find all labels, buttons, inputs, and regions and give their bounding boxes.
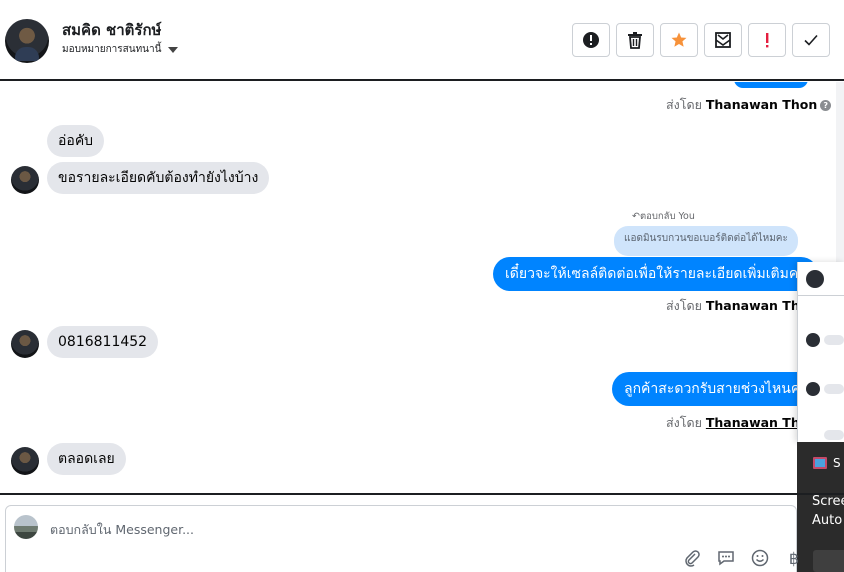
preview-avatar	[806, 333, 820, 347]
mark-unread-icon	[715, 32, 731, 48]
check-icon	[804, 34, 818, 46]
caret-down-icon	[168, 46, 179, 53]
preview-text	[824, 384, 844, 394]
reply-arrow-icon: ↶	[632, 211, 640, 222]
reply-composer[interactable]: ตอบกลับใน Messenger... ฿	[5, 505, 799, 572]
incoming-message-bubble[interactable]: ขอรายละเอียดคับต้องทำยังไงบ้าง	[47, 162, 270, 194]
sent-by-label: ส่งโดย Thanawan Thon?	[666, 95, 832, 115]
toast-action-button[interactable]	[813, 550, 844, 572]
messenger-conversation-view: สมคิด ชาติรักษ์ มอบหมายการสนทนานี้ ส่งโด…	[0, 0, 844, 572]
preview-row	[824, 430, 844, 440]
preview-avatar	[806, 270, 824, 288]
preview-text	[824, 335, 844, 345]
incoming-message-bubble[interactable]: อ่อคับ	[47, 125, 105, 157]
contact-avatar-small	[11, 166, 39, 194]
sent-by-prefix: ส่งโดย	[666, 415, 702, 430]
trash-icon	[628, 32, 642, 49]
outgoing-message-bubble[interactable]: เดี๋ยวจะให้เซลล์ติดต่อเพื่อให้รายละเอียด…	[493, 257, 818, 291]
baht-icon: ฿	[788, 548, 800, 568]
reply-input[interactable]: ตอบกลับใน Messenger...	[50, 520, 194, 540]
preview-header	[798, 262, 844, 296]
snipping-tool-icon	[813, 457, 827, 469]
delete-button[interactable]	[616, 23, 654, 57]
attach-button[interactable]	[682, 548, 702, 568]
sent-by-label: ส่งโดย Thanawan Thon	[666, 413, 817, 433]
outgoing-message-bubble-partial[interactable]	[734, 82, 808, 88]
saved-replies-button[interactable]	[716, 548, 736, 568]
help-icon[interactable]: ?	[820, 100, 832, 111]
contact-avatar-small	[11, 330, 39, 358]
star-icon	[671, 32, 687, 47]
preview-row	[806, 333, 844, 347]
chat-bubble-icon	[718, 551, 734, 566]
emoji-button[interactable]	[750, 548, 770, 568]
sent-by-prefix: ส่งโดย	[666, 298, 702, 313]
spam-button[interactable]	[572, 23, 610, 57]
screenshot-notification-toast[interactable]: S Scree Auto	[797, 442, 844, 572]
incoming-message-bubble[interactable]: 0816811452	[47, 326, 159, 358]
sender-name: Thanawan Thon	[705, 97, 818, 112]
assign-conversation-dropdown[interactable]: มอบหมายการสนทนานี้	[62, 42, 179, 57]
mark-important-button[interactable]	[748, 23, 786, 57]
mark-unread-button[interactable]	[704, 23, 742, 57]
toast-line-2: Auto	[812, 513, 843, 528]
page-avatar	[14, 515, 38, 539]
paperclip-icon	[685, 550, 700, 567]
composer-actions: ฿	[682, 548, 804, 568]
preview-row	[806, 382, 844, 396]
conversation-preview-popup[interactable]	[797, 262, 844, 442]
alert-circle-icon	[583, 32, 599, 48]
contact-avatar-small	[11, 447, 39, 475]
message-thread[interactable]: ส่งโดย Thanawan Thon? อ่อคับ ขอรายละเอีย…	[0, 82, 836, 493]
conversation-header: สมคิด ชาติรักษ์ มอบหมายการสนทนานี้	[0, 0, 844, 81]
toast-line-1: Scree	[812, 494, 844, 509]
sent-by-prefix: ส่งโดย	[666, 97, 702, 112]
preview-avatar	[806, 382, 820, 396]
composer-divider	[0, 493, 844, 495]
mark-done-button[interactable]	[792, 23, 830, 57]
incoming-message-bubble[interactable]: ตลอดเลย	[47, 443, 126, 475]
contact-name[interactable]: สมคิด ชาติรักษ์	[62, 18, 161, 42]
exclamation-icon	[766, 33, 769, 48]
assign-label: มอบหมายการสนทนานี้	[62, 44, 162, 55]
toast-title: S	[833, 456, 841, 470]
star-button[interactable]	[660, 23, 698, 57]
conversation-toolbar	[572, 23, 830, 57]
sent-by-label: ส่งโดย Thanawan Thon	[666, 296, 817, 316]
contact-avatar[interactable]	[5, 19, 49, 63]
quoted-message-bubble[interactable]: แอดมินรบกวนขอเบอร์ติดต่อได้ไหมคะ	[614, 226, 798, 256]
preview-text	[824, 430, 844, 440]
payment-button[interactable]: ฿	[784, 548, 804, 568]
reply-note: ↶ตอบกลับ You	[632, 209, 695, 224]
reply-note-text: ตอบกลับ You	[639, 211, 695, 222]
smiley-icon	[751, 549, 769, 567]
outgoing-message-bubble[interactable]: ลูกค้าสะดวกรับสายช่วงไหนคะ	[612, 372, 820, 406]
